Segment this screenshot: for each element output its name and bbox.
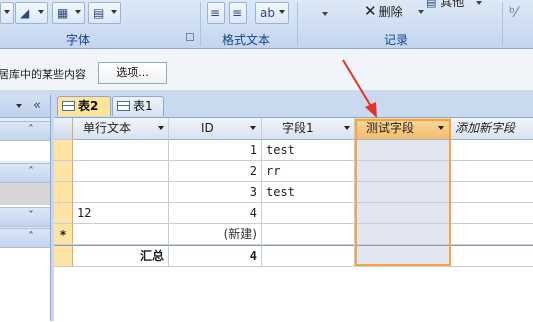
group-label-rich-text: 格式文本 <box>222 33 271 47</box>
font-size-dropdown[interactable] <box>0 2 14 24</box>
table-cell[interactable]: test <box>262 182 355 203</box>
totals-cell[interactable] <box>451 245 533 267</box>
table-cell[interactable]: 1 <box>169 140 262 161</box>
table-cell[interactable] <box>355 224 451 245</box>
column-header-id[interactable]: ID <box>169 118 262 140</box>
table-icon <box>117 101 130 111</box>
table-cell[interactable] <box>451 182 533 203</box>
totals-id-value[interactable]: 4 <box>169 245 262 267</box>
table-cell[interactable]: 3 <box>169 182 262 203</box>
text-direction-icon: ab <box>260 6 275 20</box>
align-center-icon: ≡ <box>232 6 243 20</box>
datasheet: 单行文本 ID 字段1 测试字段 添加新字段 1 test 2 rr 3 tes… <box>54 117 533 322</box>
table-fill-icon: ▤ <box>93 6 105 20</box>
ribbon: ◢ ▦ ▤ 字体 ≡ ≡ ab 格式文本 ✕ 删除 ▤ 其他 记录 ᵇ⁄ <box>0 0 533 49</box>
nav-pane-header: « <box>0 95 50 118</box>
shutter-bar-close-icon[interactable]: « <box>33 98 41 113</box>
table-cell[interactable]: rr <box>262 161 355 182</box>
options-button[interactable]: 选项... <box>98 62 167 84</box>
table-cell[interactable] <box>355 140 451 161</box>
more-icon: ▤ <box>426 0 437 9</box>
totals-cell[interactable] <box>262 245 355 267</box>
more-button[interactable]: ▤ 其他 <box>426 0 482 11</box>
nav-menu-dropdown[interactable] <box>16 104 22 108</box>
table-cell[interactable]: 2 <box>169 161 262 182</box>
column-menu-dropdown[interactable] <box>344 126 350 130</box>
nav-group-header[interactable]: ˆ <box>0 228 50 248</box>
select-all-corner[interactable] <box>54 118 73 140</box>
new-record-id-cell[interactable]: (新建) <box>169 224 262 245</box>
save-record-dropdown[interactable] <box>322 12 328 16</box>
table-cell[interactable] <box>355 203 451 224</box>
table-cell[interactable] <box>451 224 533 245</box>
totals-label: 汇总 <box>73 245 169 267</box>
paint-bucket-icon: ◢ <box>20 6 30 20</box>
column-menu-dropdown[interactable] <box>250 126 256 130</box>
record-selector[interactable] <box>54 140 73 161</box>
group-label-font: 字体 <box>66 33 91 47</box>
tab-table1[interactable]: 表1 <box>112 96 164 116</box>
table-cell[interactable] <box>73 140 169 161</box>
column-menu-dropdown[interactable] <box>438 126 444 130</box>
collapse-icon: ˆ <box>28 230 34 244</box>
table-cell[interactable] <box>73 161 169 182</box>
gridlines-button[interactable]: ▦ <box>52 2 85 24</box>
group-label-records: 记录 <box>384 33 409 47</box>
delete-button[interactable]: ✕ 删除 <box>364 2 424 20</box>
column-header-test-field[interactable]: 测试字段 <box>355 118 451 140</box>
message-text: 居库中的某些内容 <box>0 68 86 81</box>
tab-table2[interactable]: 表2 <box>57 96 111 116</box>
table-cell[interactable] <box>451 203 533 224</box>
table-cell[interactable]: test <box>262 140 355 161</box>
dialog-launcher-icon[interactable] <box>186 33 194 41</box>
column-header-single-text[interactable]: 单行文本 <box>73 118 169 140</box>
align-center-button[interactable]: ≡ <box>229 2 247 24</box>
navigation-pane: « ˆ ˆ ˇ ˆ <box>0 95 51 321</box>
table-cell[interactable]: 12 <box>73 203 169 224</box>
column-header-add-new-field[interactable]: 添加新字段 <box>451 118 533 140</box>
nav-item[interactable] <box>0 141 50 161</box>
security-message-bar: 居库中的某些内容 选项... <box>0 49 533 91</box>
table-cell[interactable] <box>451 140 533 161</box>
column-menu-dropdown[interactable] <box>158 126 164 130</box>
table-cell[interactable] <box>262 224 355 245</box>
table-cell[interactable] <box>451 161 533 182</box>
spelling-icon[interactable]: ᵇ⁄ <box>509 5 517 21</box>
nav-item[interactable] <box>0 248 50 321</box>
align-left-icon: ≡ <box>210 6 221 20</box>
record-selector[interactable] <box>54 203 73 224</box>
table-cell[interactable] <box>355 161 451 182</box>
nav-group-header[interactable]: ˆ <box>0 121 50 141</box>
table-cell[interactable]: 4 <box>169 203 262 224</box>
collapse-icon: ˆ <box>28 123 34 137</box>
fill-color-button[interactable]: ◢ <box>15 2 48 24</box>
new-record-marker[interactable]: * <box>54 224 73 245</box>
expand-icon: ˇ <box>28 209 34 223</box>
align-left-button[interactable]: ≡ <box>207 2 225 24</box>
nav-item-selected[interactable] <box>0 183 50 205</box>
table-cell[interactable] <box>262 203 355 224</box>
nav-group-header[interactable]: ˆ <box>0 163 50 183</box>
table-cell[interactable] <box>73 182 169 203</box>
column-header-field1[interactable]: 字段1 <box>262 118 355 140</box>
totals-cell[interactable] <box>355 245 451 267</box>
alternate-fill-button[interactable]: ▤ <box>88 2 121 24</box>
table-cell[interactable] <box>73 224 169 245</box>
table-cell[interactable] <box>355 182 451 203</box>
table-icon <box>62 101 75 111</box>
totals-row-selector <box>54 245 73 267</box>
collapse-icon: ˆ <box>28 165 34 179</box>
nav-group-header[interactable]: ˇ <box>0 207 50 227</box>
record-selector[interactable] <box>54 161 73 182</box>
delete-x-icon: ✕ <box>364 2 377 20</box>
record-selector[interactable] <box>54 182 73 203</box>
text-direction-button[interactable]: ab <box>255 2 289 24</box>
grid-icon: ▦ <box>57 6 69 20</box>
